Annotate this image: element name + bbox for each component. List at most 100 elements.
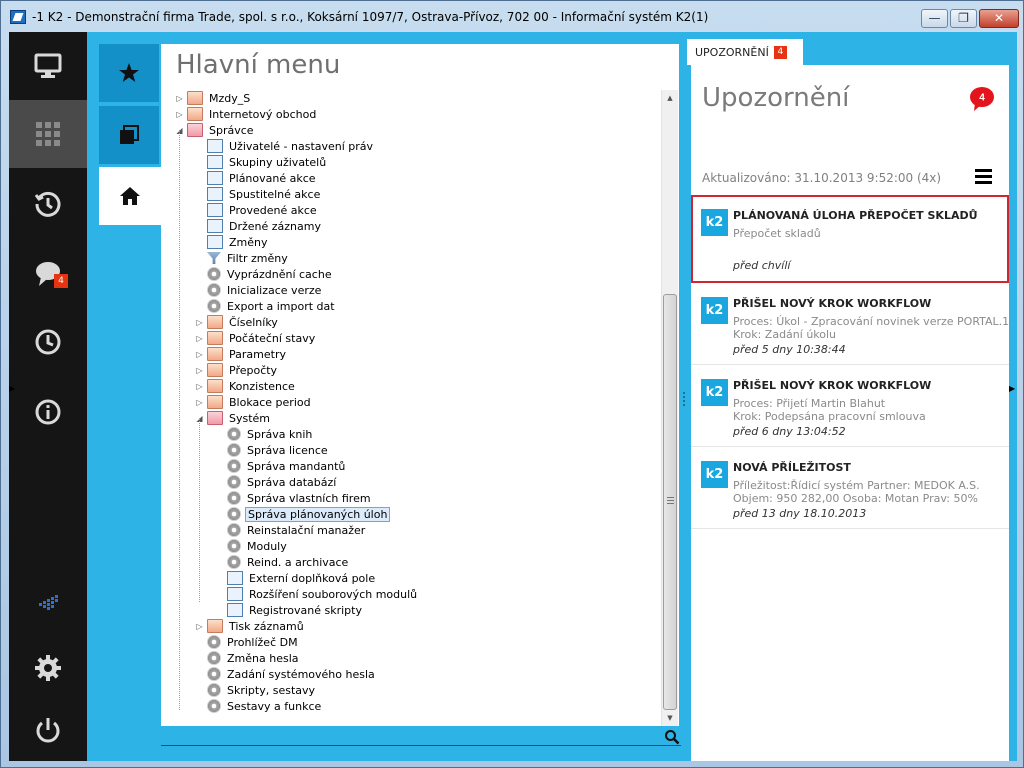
tree-item[interactable]: Reind. a archivace bbox=[215, 554, 350, 570]
tree-item[interactable]: ◢ Systém bbox=[195, 410, 272, 426]
menu-search-input[interactable] bbox=[161, 745, 681, 746]
panel-splitter[interactable] bbox=[683, 392, 687, 406]
tree-item[interactable]: ▷ Tisk záznamů bbox=[195, 618, 306, 634]
tree-item[interactable]: Filtr změny bbox=[195, 250, 290, 266]
monitor-icon[interactable] bbox=[9, 32, 87, 100]
windows-tab[interactable] bbox=[99, 106, 159, 164]
maximize-button[interactable]: ❐ bbox=[950, 9, 977, 28]
tree-item[interactable]: Sestavy a funkce bbox=[195, 698, 323, 714]
tree-connector bbox=[215, 510, 224, 519]
tree-item[interactable]: ▷ Počáteční stavy bbox=[195, 330, 317, 346]
history-icon[interactable] bbox=[9, 170, 87, 238]
expand-arrow-icon[interactable]: ▷ bbox=[195, 622, 204, 631]
power-icon[interactable] bbox=[9, 696, 87, 761]
tree-item[interactable]: ▷ Parametry bbox=[195, 346, 288, 362]
scroll-grip-icon bbox=[667, 497, 674, 504]
close-button[interactable]: ✕ bbox=[979, 9, 1019, 28]
notification-detail: Objem: 950 282,00 Osoba: Motan Prav: 50% bbox=[733, 492, 978, 505]
expand-arrow-icon[interactable]: ▷ bbox=[195, 366, 204, 375]
tree-item[interactable]: ▷ Přepočty bbox=[195, 362, 279, 378]
tree-item[interactable]: ▷ Internetový obchod bbox=[175, 106, 318, 122]
folder-icon bbox=[207, 363, 223, 377]
tree-item[interactable]: ▷ Konzistence bbox=[195, 378, 297, 394]
tree-scrollbar[interactable]: ▲ ▼ bbox=[661, 90, 678, 726]
expand-arrow-icon[interactable]: ▷ bbox=[175, 94, 184, 103]
collapse-right-arrow-icon[interactable]: ▶ bbox=[1009, 384, 1017, 393]
tree-item-label: Počáteční stavy bbox=[229, 331, 316, 345]
tree-connector bbox=[195, 206, 204, 215]
notification-card[interactable]: k2 PŘIŠEL NOVÝ KROK WORKFLOW Proces: Přije… bbox=[691, 365, 1009, 447]
tree-item[interactable]: Externí doplňková pole bbox=[215, 570, 377, 586]
tree-item-label: Registrované skripty bbox=[249, 603, 362, 617]
tree-item[interactable]: Zadání systémového hesla bbox=[195, 666, 377, 682]
notification-card[interactable]: k2 PLÁNOVANÁ ÚLOHA PŘEPOČET SKLADŮ Přepoče… bbox=[691, 195, 1009, 283]
notification-detail: Příležitost:Řídicí systém Partner: MEDOK… bbox=[733, 479, 980, 492]
chat-badge: 4 bbox=[54, 274, 68, 288]
notification-detail: Proces: Přijetí Martin Blahut bbox=[733, 397, 886, 410]
tree-item[interactable]: Provedené akce bbox=[195, 202, 319, 218]
tree-item[interactable]: Správa databází bbox=[215, 474, 338, 490]
tree-item[interactable]: ◢ Správce bbox=[175, 122, 256, 138]
tree-item[interactable]: Změny bbox=[195, 234, 270, 250]
tree-item[interactable]: Správa mandantů bbox=[215, 458, 347, 474]
search-icon[interactable] bbox=[664, 729, 680, 745]
expand-arrow-icon[interactable]: ▷ bbox=[175, 110, 184, 119]
tree-item-label: Spustitelné akce bbox=[229, 187, 321, 201]
tree-item[interactable]: Registrované skripty bbox=[215, 602, 364, 618]
favorites-tab[interactable] bbox=[99, 44, 159, 102]
expand-arrow-icon[interactable]: ▷ bbox=[195, 318, 204, 327]
tree-item[interactable]: Reinstalační manažer bbox=[215, 522, 367, 538]
tree-item[interactable]: Držené záznamy bbox=[195, 218, 323, 234]
expand-arrow-icon[interactable]: ▷ bbox=[195, 334, 204, 343]
chat-icon[interactable] bbox=[9, 240, 87, 308]
tree-item[interactable]: ▷ Číselníky bbox=[195, 314, 280, 330]
tree-item[interactable]: Moduly bbox=[215, 538, 289, 554]
tree-item[interactable]: Správa licence bbox=[215, 442, 330, 458]
tree-item[interactable]: ▷ Mzdy_S bbox=[175, 90, 252, 106]
hamburger-menu-icon[interactable] bbox=[975, 169, 992, 185]
tree-item[interactable]: Správa knih bbox=[215, 426, 314, 442]
menu-tree[interactable]: ▷ Mzdy_S ▷ Internetový obchod ◢ Správce Uživat… bbox=[161, 90, 661, 726]
collapse-left-arrow-icon[interactable]: ▶ bbox=[9, 384, 17, 393]
tree-item[interactable]: Inicializace verze bbox=[195, 282, 323, 298]
minimize-button[interactable]: — bbox=[921, 9, 948, 28]
notification-card[interactable]: k2 PŘIŠEL NOVÝ KROK WORKFLOW Proces: Úkol … bbox=[691, 283, 1009, 365]
speech-bubble-icon: 4 bbox=[970, 87, 994, 111]
gear-icon[interactable] bbox=[9, 634, 87, 702]
notifications-tab-label: UPOZORNĚNÍ bbox=[695, 45, 769, 59]
notification-detail: Přepočet skladů bbox=[733, 227, 821, 240]
filter-icon bbox=[207, 252, 221, 264]
scroll-thumb[interactable] bbox=[663, 294, 677, 710]
scroll-down-arrow[interactable]: ▼ bbox=[662, 710, 678, 726]
notification-card[interactable]: k2 NOVÁ PŘÍLEŽITOST Příležitost:Řídicí sys… bbox=[691, 447, 1009, 529]
tree-item[interactable]: Uživatelé - nastavení práv bbox=[195, 138, 375, 154]
tree-item[interactable]: Správa plánovaných úloh bbox=[215, 506, 391, 522]
tree-item[interactable]: Skripty, sestavy bbox=[195, 682, 317, 698]
home-tab[interactable] bbox=[99, 167, 161, 225]
clock-icon[interactable] bbox=[9, 308, 87, 376]
gear-icon bbox=[207, 699, 221, 713]
expand-arrow-icon[interactable]: ▷ bbox=[195, 382, 204, 391]
notifications-panel: Upozornění 4 Aktualizováno: 31.10.2013 9… bbox=[691, 65, 1009, 761]
tree-item-label: Parametry bbox=[229, 347, 286, 361]
tree-item[interactable]: Spustitelné akce bbox=[195, 186, 322, 202]
tree-item[interactable]: Změna hesla bbox=[195, 650, 301, 666]
expand-arrow-icon[interactable]: ▷ bbox=[195, 350, 204, 359]
tree-item[interactable]: Prohlížeč DM bbox=[195, 634, 300, 650]
tree-item-label: Prohlížeč DM bbox=[227, 635, 298, 649]
expand-arrow-icon[interactable]: ▷ bbox=[195, 398, 204, 407]
tree-item[interactable]: Skupiny uživatelů bbox=[195, 154, 328, 170]
tree-item[interactable]: Plánované akce bbox=[195, 170, 318, 186]
apps-grid-icon[interactable] bbox=[9, 100, 87, 168]
folder-icon bbox=[207, 619, 223, 633]
tree-item[interactable]: Vyprázdnění cache bbox=[195, 266, 334, 282]
scroll-up-arrow[interactable]: ▲ bbox=[662, 90, 678, 106]
info-icon[interactable] bbox=[9, 378, 87, 446]
title-bar[interactable]: -1 K2 - Demonstrační firma Trade, spol. … bbox=[1, 1, 1023, 32]
notifications-tab[interactable]: UPOZORNĚNÍ 4 bbox=[687, 39, 803, 65]
tree-item[interactable]: ▷ Blokace period bbox=[195, 394, 313, 410]
tree-item[interactable]: Správa vlastních firem bbox=[215, 490, 373, 506]
tree-item[interactable]: Rozšíření souborových modulů bbox=[215, 586, 419, 602]
tree-item[interactable]: Export a import dat bbox=[195, 298, 337, 314]
notification-time: před 13 dny 18.10.2013 bbox=[733, 507, 867, 520]
